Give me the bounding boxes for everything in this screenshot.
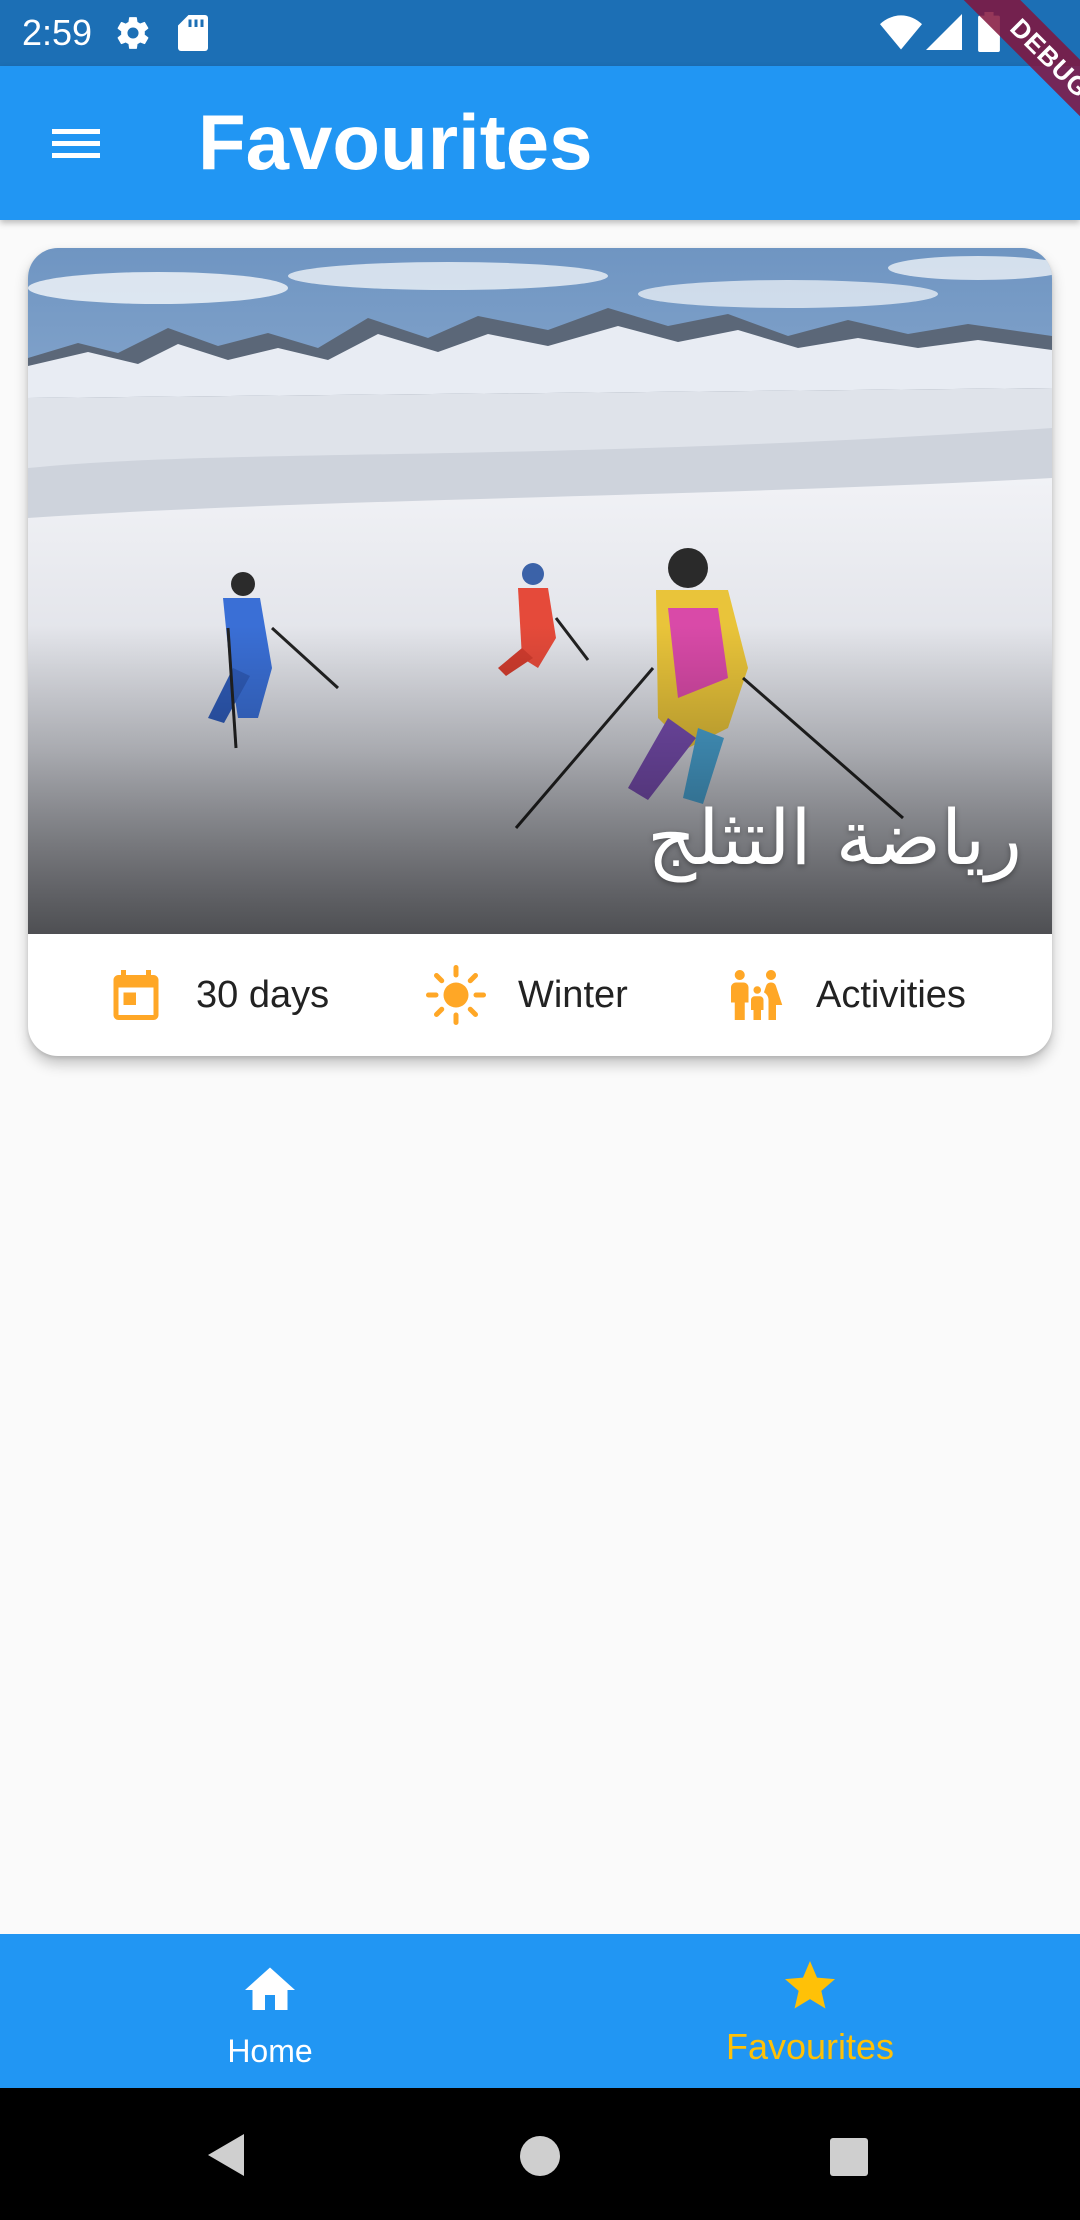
nav-label-favourites: Favourites [725,2026,895,2067]
card-info-row: 30 days Winter Activities [28,934,1052,1056]
page-title: Favourites [198,98,593,186]
hamburger-menu-icon [52,129,100,158]
sun-icon [426,965,486,1025]
sd-card-icon [178,15,208,51]
duration-label: 30 days [196,974,330,1016]
recents-square-icon[interactable] [828,2136,870,2178]
duration-info: 30 days [106,934,366,1056]
star-icon [785,1961,835,2009]
calendar-icon [113,970,159,1020]
status-bar: 2:59 [0,0,1080,66]
bottom-navigation: Home Favourites [0,1934,1080,2088]
family-icon [731,970,783,1020]
nav-item-home[interactable]: Home [0,1934,540,2088]
app-screen: 2:59 Favourites DEBUG رياضة التثلج 30 da… [0,0,1080,2220]
nav-item-favourites[interactable]: Favourites [540,1934,1080,2088]
menu-button[interactable] [36,108,116,178]
home-circle-icon[interactable] [518,2134,562,2178]
battery-icon [978,12,1000,52]
app-bar: Favourites [0,66,1080,220]
favourite-card[interactable]: رياضة التثلج 30 days Winter Activities [28,248,1052,1056]
system-navigation-bar [0,2088,1080,2220]
season-label: Winter [518,974,628,1016]
status-time: 2:59 [22,12,93,53]
season-info: Winter [426,934,686,1056]
wifi-icon [880,15,922,50]
type-info: Activities [726,934,1026,1056]
nav-label-home: Home [227,2033,313,2069]
settings-gear-icon [117,17,149,49]
back-triangle-icon[interactable] [204,2132,248,2178]
type-label: Activities [816,974,966,1016]
card-title: رياضة التثلج [647,793,1022,882]
cellular-signal-icon [926,14,962,50]
home-icon [245,1967,295,2010]
